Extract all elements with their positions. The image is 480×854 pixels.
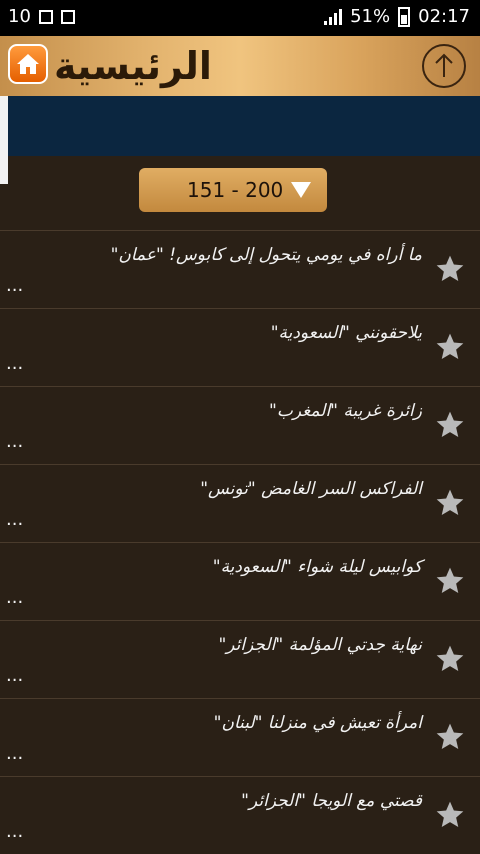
list-item-title: الفراكس السر الغامض "تونس" xyxy=(200,479,422,499)
list-item-ellipsis: ... xyxy=(6,275,24,296)
battery-icon xyxy=(398,6,411,27)
home-button[interactable] xyxy=(8,44,48,84)
star-icon[interactable] xyxy=(434,643,466,675)
status-right: 51% 02:17 xyxy=(324,6,470,27)
list-item-title: قصتي مع الويجا "الجزائر" xyxy=(241,791,422,811)
list-item[interactable]: قصتي مع الويجا "الجزائر" ... xyxy=(0,776,480,854)
list-item[interactable]: الفراكس السر الغامض "تونس" ... xyxy=(0,464,480,542)
list-item[interactable]: كوابيس ليلة شواء "السعودية" ... xyxy=(0,542,480,620)
triangle-down-icon xyxy=(291,182,311,198)
signal-icon xyxy=(324,8,343,25)
list-item-ellipsis: ... xyxy=(6,587,24,608)
list-item-ellipsis: ... xyxy=(6,821,24,842)
list-item-title: امرأة تعيش في منزلنا "لبنان" xyxy=(213,713,422,733)
list-item-title: كوابيس ليلة شواء "السعودية" xyxy=(212,557,422,577)
status-bar: 10 51% 02:17 xyxy=(0,0,480,36)
list-item-ellipsis: ... xyxy=(6,509,24,530)
star-icon[interactable] xyxy=(434,253,466,285)
list-item-ellipsis: ... xyxy=(6,431,24,452)
page-title: الرئيسية xyxy=(54,44,212,88)
list-item-title: ما أراه في يومي يتحول إلى كابوس! "عمان" xyxy=(110,245,422,265)
list-item-title: زائرة غريبة "المغرب" xyxy=(269,401,422,421)
star-icon[interactable] xyxy=(434,799,466,831)
notification-icon xyxy=(38,9,53,24)
star-icon[interactable] xyxy=(434,331,466,363)
notification-count: 10 xyxy=(8,6,31,27)
range-value: 151 - 200 xyxy=(187,178,284,202)
ad-banner xyxy=(0,96,480,156)
list-item-ellipsis: ... xyxy=(6,353,24,374)
list-item[interactable]: ما أراه في يومي يتحول إلى كابوس! "عمان" … xyxy=(0,230,480,308)
list-item[interactable]: زائرة غريبة "المغرب" ... xyxy=(0,386,480,464)
star-icon[interactable] xyxy=(434,487,466,519)
story-list: ما أراه في يومي يتحول إلى كابوس! "عمان" … xyxy=(0,230,480,854)
battery-percent: 51% xyxy=(350,6,391,27)
star-icon[interactable] xyxy=(434,721,466,753)
list-item-ellipsis: ... xyxy=(6,665,24,686)
list-item-title: نهاية جدتي المؤلمة "الجزائر" xyxy=(218,635,422,655)
clock: 02:17 xyxy=(418,6,470,27)
app-header: الرئيسية xyxy=(0,36,480,96)
list-item-ellipsis: ... xyxy=(6,743,24,764)
list-item[interactable]: يلاحقونني "السعودية" ... xyxy=(0,308,480,386)
star-icon[interactable] xyxy=(434,565,466,597)
range-dropdown[interactable]: 151 - 200 xyxy=(139,168,327,212)
star-icon[interactable] xyxy=(434,409,466,441)
list-item[interactable]: امرأة تعيش في منزلنا "لبنان" ... xyxy=(0,698,480,776)
status-left: 10 xyxy=(8,6,75,27)
arrow-up-icon xyxy=(435,53,453,77)
image-icon xyxy=(60,9,75,24)
home-icon xyxy=(17,54,39,74)
list-item[interactable]: نهاية جدتي المؤلمة "الجزائر" ... xyxy=(0,620,480,698)
drawer-handle[interactable] xyxy=(0,96,8,184)
scroll-up-button[interactable] xyxy=(422,44,466,88)
list-item-title: يلاحقونني "السعودية" xyxy=(270,323,422,343)
